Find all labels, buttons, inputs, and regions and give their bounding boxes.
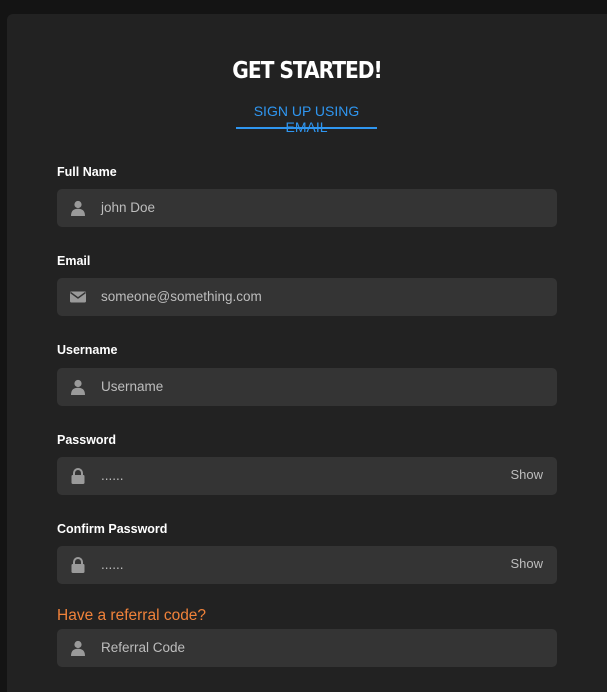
username-placeholder: Username: [101, 379, 164, 394]
username-label: Username: [57, 343, 118, 357]
lock-icon: [71, 468, 85, 484]
full-name-value: john Doe: [101, 200, 156, 215]
show-password-toggle[interactable]: Show: [510, 457, 543, 493]
password-field[interactable]: ...... Show: [57, 457, 557, 495]
referral-label: Have a referral code?: [57, 607, 207, 624]
password-value: ......: [101, 468, 124, 483]
email-label: Email: [57, 254, 91, 268]
password-label: Password: [57, 433, 117, 447]
username-field[interactable]: Username: [57, 368, 557, 406]
referral-code-field[interactable]: Referral Code: [57, 629, 557, 667]
user-icon: [71, 200, 85, 216]
email-value: someone@something.com: [101, 289, 262, 304]
user-icon: [71, 379, 85, 395]
tab-sign-up-email[interactable]: SIGN UP USING EMAIL: [236, 103, 377, 135]
user-icon: [71, 640, 85, 656]
full-name-label: Full Name: [57, 165, 117, 179]
confirm-password-field[interactable]: ...... Show: [57, 546, 557, 584]
tab-active-underline: [236, 127, 377, 129]
page-title: GET STARTED!: [232, 58, 383, 84]
confirm-password-value: ......: [101, 557, 124, 572]
confirm-password-label: Confirm Password: [57, 522, 168, 536]
email-field[interactable]: someone@something.com: [57, 278, 557, 316]
lock-icon: [71, 557, 85, 573]
referral-code-placeholder: Referral Code: [101, 640, 186, 655]
show-confirm-password-toggle[interactable]: Show: [510, 546, 543, 582]
envelope-icon: [70, 291, 86, 303]
signup-panel: GET STARTED! SIGN UP USING EMAIL Full Na…: [7, 14, 607, 692]
full-name-field[interactable]: john Doe: [57, 189, 557, 227]
